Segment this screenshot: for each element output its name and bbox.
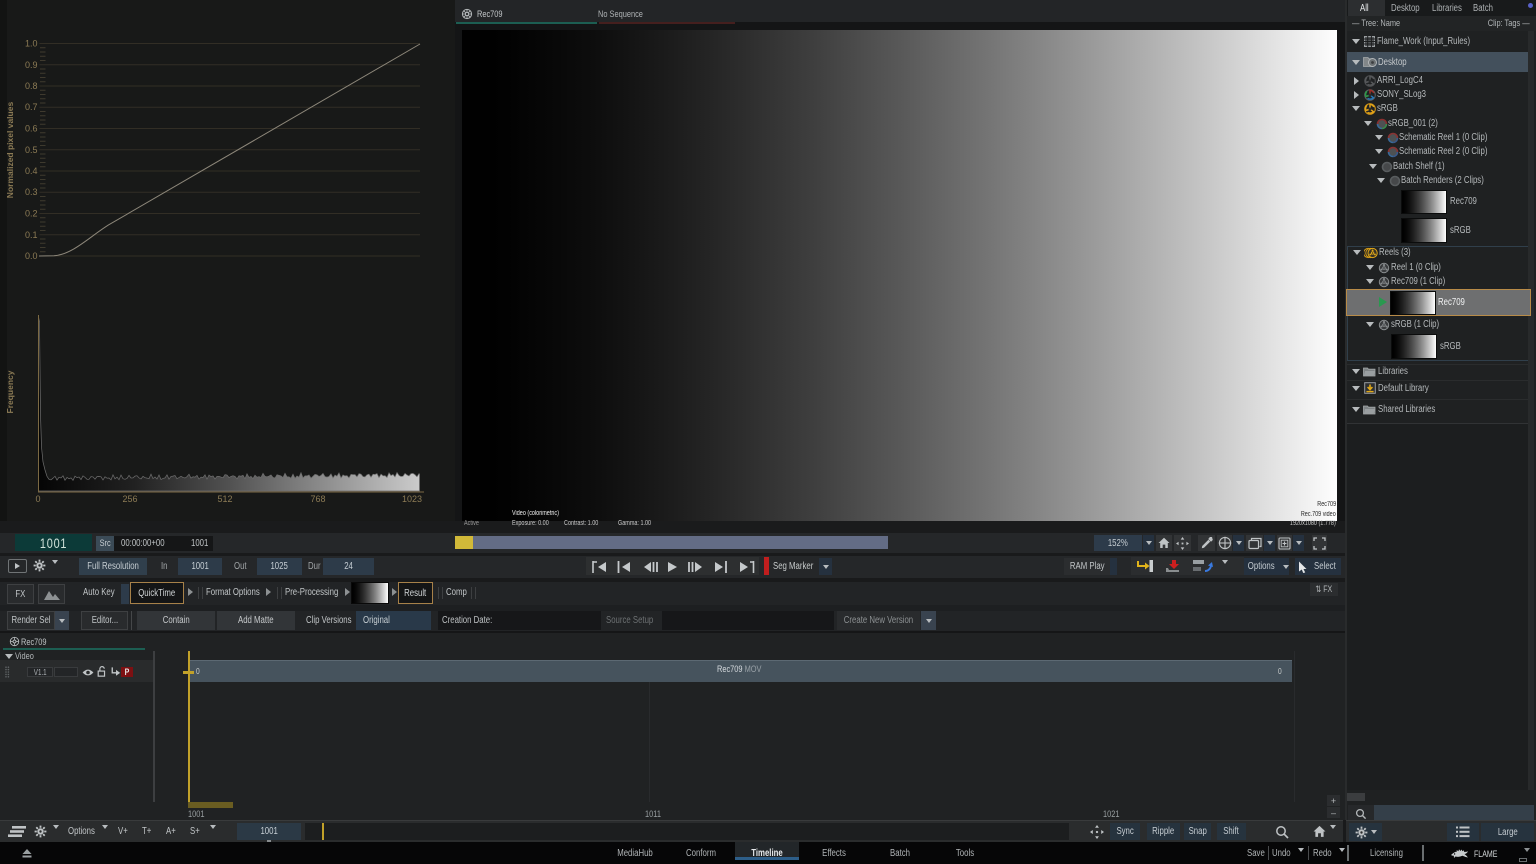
svg-text:0.9: 0.9 xyxy=(25,60,38,70)
svg-text:0.7: 0.7 xyxy=(25,102,38,112)
svg-text:0.6: 0.6 xyxy=(25,124,38,134)
svg-text:768: 768 xyxy=(310,494,325,504)
svg-text:Frequency: Frequency xyxy=(5,370,15,413)
svg-text:0.0: 0.0 xyxy=(25,251,38,261)
svg-text:0.5: 0.5 xyxy=(25,145,38,155)
svg-text:0.3: 0.3 xyxy=(25,187,38,197)
svg-text:0: 0 xyxy=(35,494,40,504)
svg-text:0.2: 0.2 xyxy=(25,209,38,219)
svg-text:1.0: 1.0 xyxy=(25,39,38,49)
svg-text:512: 512 xyxy=(217,494,232,504)
svg-text:0.8: 0.8 xyxy=(25,81,38,91)
svg-text:1023: 1023 xyxy=(402,494,422,504)
svg-text:256: 256 xyxy=(122,494,137,504)
svg-text:Normalized pixel values: Normalized pixel values xyxy=(5,102,15,199)
svg-text:0.1: 0.1 xyxy=(25,230,38,240)
svg-text:0.4: 0.4 xyxy=(25,166,38,176)
